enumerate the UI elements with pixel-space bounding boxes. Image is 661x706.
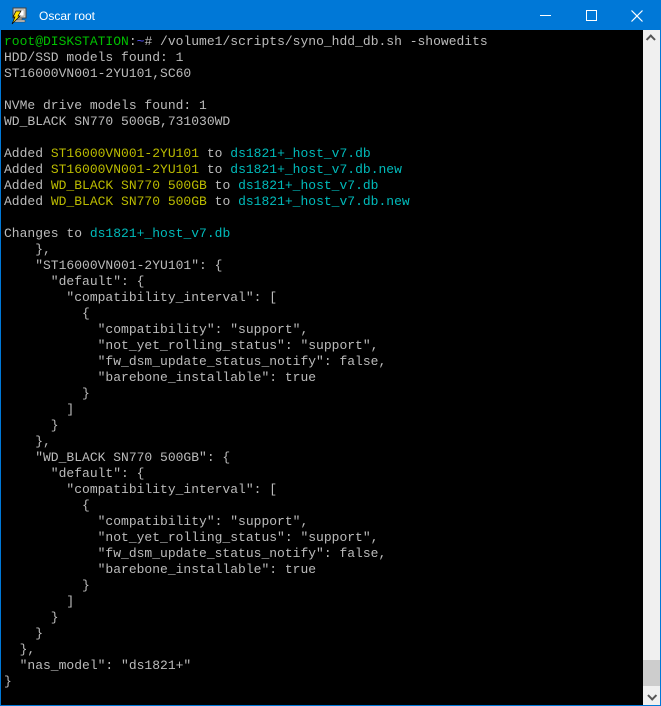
terminal-area: root@DISKSTATION:~# /volume1/scripts/syn… <box>1 30 660 705</box>
window-title: Oscar root <box>39 9 522 23</box>
terminal-line: Added WD_BLACK SN770 500GB to ds1821+_ho… <box>4 194 643 210</box>
terminal-line: } <box>4 386 643 402</box>
terminal-line: } <box>4 578 643 594</box>
terminal-line: } <box>4 418 643 434</box>
putty-icon[interactable] <box>9 7 29 25</box>
terminal-line: "default": { <box>4 466 643 482</box>
terminal-line: "barebone_installable": true <box>4 370 643 386</box>
terminal-line: "compatibility_interval": [ <box>4 290 643 306</box>
terminal-line: "ST16000VN001-2YU101": { <box>4 258 643 274</box>
close-icon <box>631 10 643 22</box>
terminal-line: Changes to ds1821+_host_v7.db <box>4 226 643 242</box>
terminal-line: Added WD_BLACK SN770 500GB to ds1821+_ho… <box>4 178 643 194</box>
terminal-line: HDD/SSD models found: 1 <box>4 50 643 66</box>
terminal-line: "default": { <box>4 274 643 290</box>
terminal-line: "compatibility_interval": [ <box>4 482 643 498</box>
terminal-line: Added ST16000VN001-2YU101 to ds1821+_hos… <box>4 162 643 178</box>
terminal-line: NVMe drive models found: 1 <box>4 98 643 114</box>
close-button[interactable] <box>614 1 660 30</box>
scroll-down-button[interactable] <box>643 688 660 705</box>
putty-window: Oscar root root@DISKSTATION:~# /volume1 <box>0 0 661 706</box>
terminal-line: Added ST16000VN001-2YU101 to ds1821+_hos… <box>4 146 643 162</box>
terminal-line: } <box>4 626 643 642</box>
terminal-line: "fw_dsm_update_status_notify": false, <box>4 546 643 562</box>
title-bar[interactable]: Oscar root <box>1 1 660 30</box>
terminal-output[interactable]: root@DISKSTATION:~# /volume1/scripts/syn… <box>1 30 643 705</box>
terminal-line: root@DISKSTATION:~# /volume1/scripts/syn… <box>4 34 643 50</box>
terminal-line: "compatibility": "support", <box>4 322 643 338</box>
terminal-line: { <box>4 306 643 322</box>
terminal-line: }, <box>4 242 643 258</box>
terminal-line: { <box>4 498 643 514</box>
terminal-line: }, <box>4 434 643 450</box>
scrollbar-thumb[interactable] <box>643 660 660 686</box>
terminal-line: WD_BLACK SN770 500GB,731030WD <box>4 114 643 130</box>
minimize-button[interactable] <box>522 1 568 30</box>
scrollbar-track[interactable] <box>643 30 660 705</box>
terminal-line: ST16000VN001-2YU101,SC60 <box>4 66 643 82</box>
terminal-line: "barebone_installable": true <box>4 562 643 578</box>
terminal-line: ] <box>4 594 643 610</box>
terminal-line: }, <box>4 642 643 658</box>
terminal-line: ] <box>4 402 643 418</box>
terminal-line <box>4 130 643 146</box>
terminal-line <box>4 82 643 98</box>
terminal-line: "nas_model": "ds1821+" <box>4 658 643 674</box>
window-controls <box>522 1 660 30</box>
chevron-up-icon <box>646 34 656 44</box>
terminal-line: "not_yet_rolling_status": "support", <box>4 338 643 354</box>
terminal-line: "compatibility": "support", <box>4 514 643 530</box>
chevron-down-icon <box>647 691 657 701</box>
terminal-line: "fw_dsm_update_status_notify": false, <box>4 354 643 370</box>
minimize-icon <box>540 10 551 21</box>
terminal-line: } <box>4 610 643 626</box>
terminal-line: "not_yet_rolling_status": "support", <box>4 530 643 546</box>
terminal-line: } <box>4 674 643 690</box>
terminal-line <box>4 210 643 226</box>
terminal-line: "WD_BLACK SN770 500GB": { <box>4 450 643 466</box>
maximize-icon <box>586 10 597 21</box>
scroll-up-button[interactable] <box>643 30 660 47</box>
maximize-button[interactable] <box>568 1 614 30</box>
